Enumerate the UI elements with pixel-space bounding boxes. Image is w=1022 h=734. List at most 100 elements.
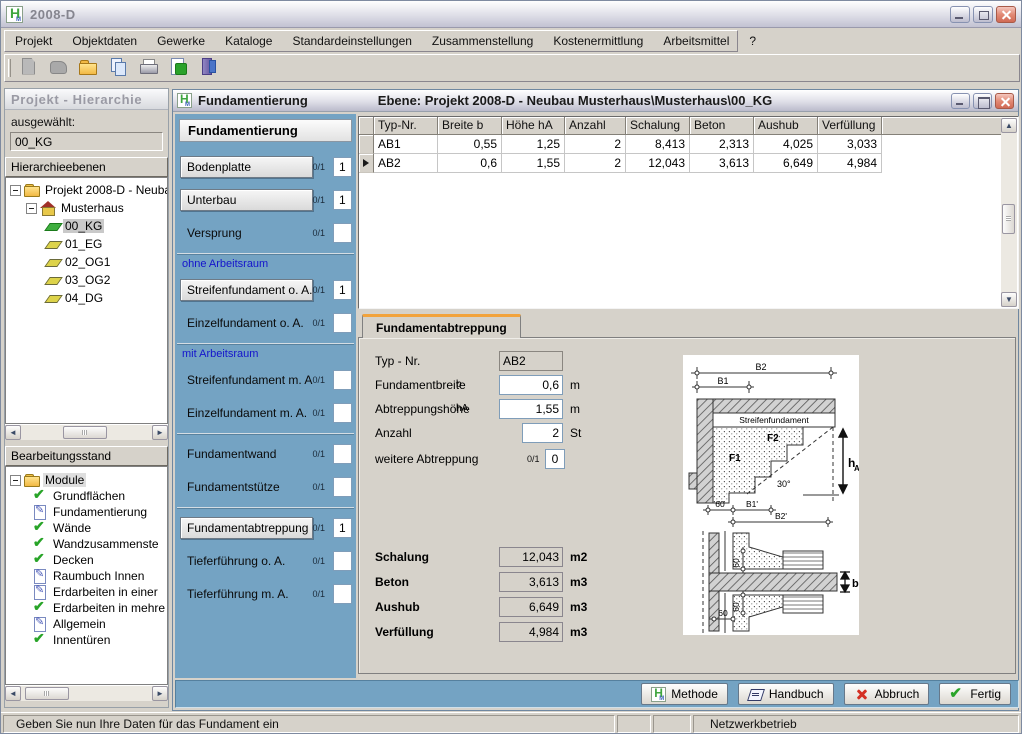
count-box-fundamentwand[interactable] (333, 444, 352, 464)
sidebar-item-label-tieferführung-m-a[interactable]: Tieferführung m. A. (180, 587, 313, 601)
weitere-abtreppung-field[interactable] (545, 449, 565, 469)
scroll-right-button[interactable]: ► (152, 425, 168, 440)
scroll-left-button[interactable]: ◄ (5, 686, 21, 701)
collapse-icon[interactable] (10, 185, 21, 196)
module-item-wände[interactable]: Wände (6, 520, 167, 536)
result-verfüllung[interactable] (499, 622, 563, 642)
module-item-erdarbeiten-in-einer[interactable]: Erdarbeiten in einer (6, 584, 167, 600)
tree-item-01-eg[interactable]: 01_EG (6, 235, 167, 253)
input-fundamentbreite[interactable] (499, 375, 563, 395)
menu-item-kostenermittlung[interactable]: Kostenermittlung (543, 31, 653, 51)
input-anzahl[interactable] (522, 423, 563, 443)
count-box-fundamentabtreppung[interactable]: 1 (333, 518, 352, 538)
tree-item-03-og2[interactable]: 03_OG2 (6, 271, 167, 289)
minimize-button[interactable] (951, 93, 970, 109)
menu-item-gewerke[interactable]: Gewerke (147, 31, 215, 51)
sidebar-item-label-einzelfundament-m-a[interactable]: Einzelfundament m. A. (180, 406, 313, 420)
tree-item-04-dg[interactable]: 04_DG (6, 289, 167, 307)
button-methode[interactable]: Methode (641, 683, 728, 705)
module-item-decken[interactable]: Decken (6, 552, 167, 568)
column-header-verfüllung[interactable]: Verfüllung (818, 117, 882, 135)
table-row-ab2[interactable]: AB20,61,55212,0433,6136,6494,984 (359, 154, 1001, 173)
column-header-schalung[interactable]: Schalung (626, 117, 690, 135)
close-button[interactable] (995, 93, 1014, 109)
column-header-typ-nr[interactable]: Typ-Nr. (374, 117, 438, 135)
editing-status-header[interactable]: Bearbeitungsstand (5, 446, 168, 466)
toolbar-button-open-folder[interactable] (77, 55, 99, 82)
sidebar-item-label-versprung[interactable]: Versprung (180, 226, 313, 240)
scroll-right-button[interactable]: ► (152, 686, 168, 701)
column-header-beton[interactable]: Beton (690, 117, 754, 135)
sidebar-item-label-unterbau[interactable]: Unterbau (180, 189, 313, 211)
scrollbar-thumb[interactable] (1002, 204, 1015, 234)
minimize-button[interactable] (950, 6, 970, 23)
sidebar-item-label-einzelfundament-o-a[interactable]: Einzelfundament o. A. (180, 316, 313, 330)
result-beton[interactable] (499, 572, 563, 592)
menu-item-zusammenstellung[interactable]: Zusammenstellung (422, 31, 543, 51)
scroll-left-button[interactable]: ◄ (5, 425, 21, 440)
tree-item-00-kg[interactable]: 00_KG (6, 217, 167, 235)
count-box-unterbau[interactable]: 1 (333, 190, 352, 210)
button-abbruch[interactable]: Abbruch (844, 683, 930, 705)
column-header-höhe-ha[interactable]: Höhe hA (502, 117, 565, 135)
count-box-tieferführung-o-a[interactable] (333, 551, 352, 571)
sidebar-item-label-streifenfundament-o-a[interactable]: Streifenfundament o. A. (180, 279, 313, 301)
result-aushub[interactable] (499, 597, 563, 617)
hierarchy-levels-header[interactable]: Hierarchieebenen (5, 157, 168, 177)
scrollbar-thumb[interactable] (25, 687, 69, 700)
tree-item-modules-root[interactable]: Module (6, 472, 167, 488)
toolbar-button-exit-door[interactable] (197, 55, 219, 82)
module-item-raumbuch-innen[interactable]: Raumbuch Innen (6, 568, 167, 584)
count-box-versprung[interactable] (333, 223, 352, 243)
sidebar-item-label-fundamentstütze[interactable]: Fundamentstütze (180, 480, 313, 494)
count-box-streifenfundament-o-a[interactable]: 1 (333, 280, 352, 300)
count-box-tieferführung-m-a[interactable] (333, 584, 352, 604)
button-fertig[interactable]: Fertig (939, 683, 1011, 705)
column-header-aushub[interactable]: Aushub (754, 117, 818, 135)
module-item-grundflächen[interactable]: Grundflächen (6, 488, 167, 504)
count-box-bodenplatte[interactable]: 1 (333, 157, 352, 177)
scrollbar-thumb[interactable] (63, 426, 107, 439)
sidebar-item-label-fundamentwand[interactable]: Fundamentwand (180, 447, 313, 461)
sidebar-item-label-tieferführung-o-a[interactable]: Tieferführung o. A. (180, 554, 313, 568)
module-item-innentüren[interactable]: Innentüren (6, 632, 167, 648)
result-schalung[interactable] (499, 547, 563, 567)
count-box-einzelfundament-o-a[interactable] (333, 313, 352, 333)
count-box-fundamentstütze[interactable] (333, 477, 352, 497)
scroll-down-button[interactable]: ▼ (1001, 292, 1017, 307)
toolbar-grip[interactable] (8, 59, 11, 77)
sidebar-item-label-fundamentabtreppung[interactable]: Fundamentabtreppung (180, 517, 313, 539)
tree-item-project-root[interactable]: Projekt 2008-D - Neubau (6, 181, 167, 199)
menu-item-standardeinstellungen[interactable]: Standardeinstellungen (282, 31, 421, 51)
module-item-fundamentierung[interactable]: Fundamentierung (6, 504, 167, 520)
collapse-icon[interactable] (26, 203, 37, 214)
module-item-wandzusammenste[interactable]: Wandzusammenste (6, 536, 167, 552)
menu-item-arbeitsmittel[interactable]: Arbeitsmittel (653, 31, 739, 51)
close-button[interactable] (996, 6, 1016, 23)
restore-button[interactable] (973, 6, 993, 23)
input-abtreppungshöhe[interactable] (499, 399, 563, 419)
toolbar-button-export-document[interactable] (167, 55, 189, 82)
count-box-streifenfundament-m-a[interactable] (333, 370, 352, 390)
tree-item-02-og1[interactable]: 02_OG1 (6, 253, 167, 271)
menu-item-kataloge[interactable]: Kataloge (215, 31, 282, 51)
module-item-allgemein[interactable]: Allgemein (6, 616, 167, 632)
toolbar-button-open-project[interactable] (47, 55, 69, 82)
tab-fundamentabtreppung[interactable]: Fundamentabtreppung (362, 314, 521, 338)
column-header-breite-b[interactable]: Breite b (438, 117, 502, 135)
toolbar-button-print[interactable] (137, 55, 159, 82)
typ-nr-field[interactable] (499, 351, 563, 371)
count-box-einzelfundament-m-a[interactable] (333, 403, 352, 423)
menu-item-item[interactable]: ? (739, 31, 766, 51)
column-header-anzahl[interactable]: Anzahl (565, 117, 626, 135)
module-item-erdarbeiten-in-mehre[interactable]: Erdarbeiten in mehre (6, 600, 167, 616)
button-handbuch[interactable]: Handbuch (738, 683, 834, 705)
scroll-up-button[interactable]: ▲ (1001, 118, 1017, 133)
toolbar-button-new-document[interactable] (17, 55, 39, 82)
collapse-icon[interactable] (10, 475, 21, 486)
sidebar-item-label-bodenplatte[interactable]: Bodenplatte (180, 156, 313, 178)
menu-item-projekt[interactable]: Projekt (5, 31, 62, 51)
toolbar-button-copy[interactable] (107, 55, 129, 82)
menu-item-objektdaten[interactable]: Objektdaten (62, 31, 147, 51)
tree-item-building[interactable]: Musterhaus (6, 199, 167, 217)
